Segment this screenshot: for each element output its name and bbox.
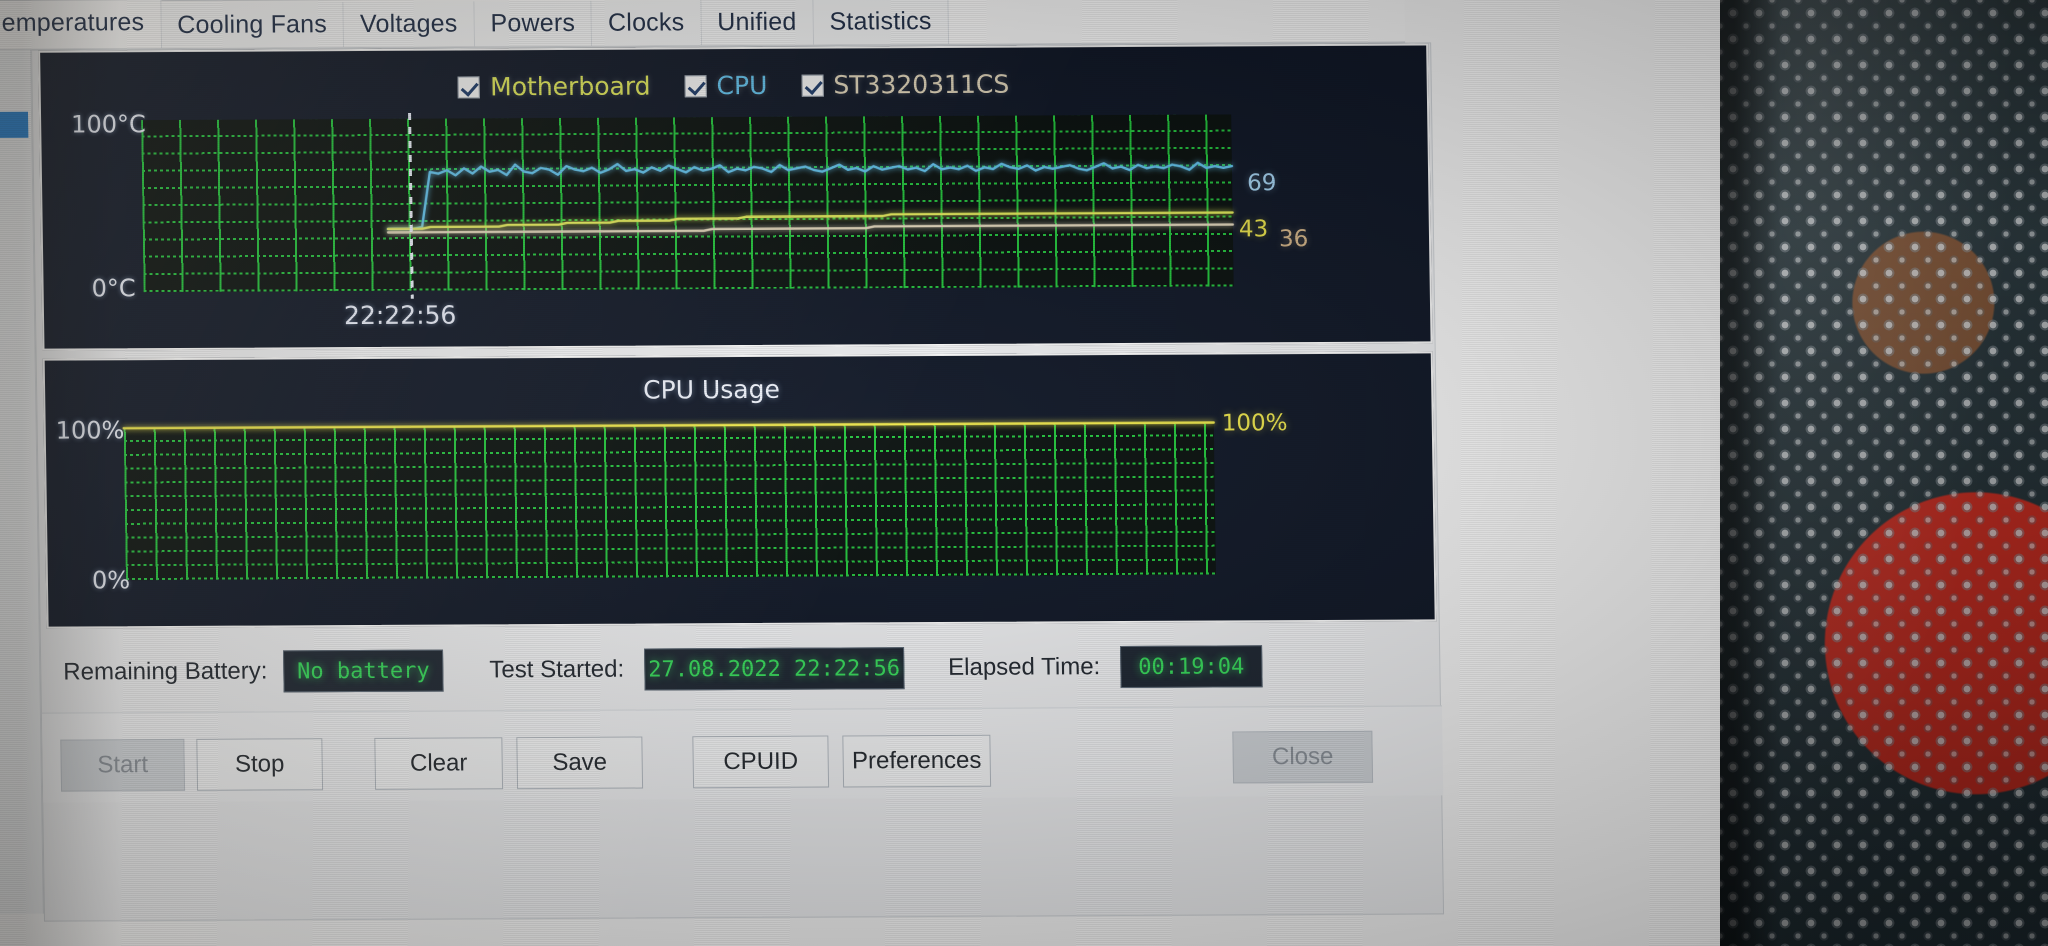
legend-checkbox-cpu[interactable] [684, 74, 707, 97]
sidebar-selected-item[interactable] [0, 111, 29, 138]
object-shading [1720, 0, 2048, 946]
temperature-legend: Motherboard CPU ST3320311CS [40, 67, 1426, 103]
start-button[interactable]: Start [60, 738, 186, 792]
legend-label-motherboard: Motherboard [489, 71, 651, 102]
tab-label: Cooling Fans [177, 10, 328, 39]
status-row: Remaining Battery: No battery Test Start… [47, 633, 1438, 704]
temperature-traces [386, 161, 1234, 234]
temp-y-max-label: 100°C [70, 110, 146, 139]
test-started-label: Test Started: [489, 655, 625, 684]
temp-readout-motherboard: 43 [1238, 216, 1269, 243]
clear-button[interactable]: Clear [374, 737, 504, 790]
tab-label: emperatures [1, 7, 145, 37]
cpu-usage-chart: CPU Usage 100% 0% 100% [42, 351, 1437, 629]
tab-label: Powers [490, 8, 576, 38]
tab-statistics[interactable]: Statistics [813, 0, 949, 45]
cpu-y-max-label: 100% [55, 416, 125, 445]
temp-readout-drive: 36 [1278, 226, 1309, 253]
temperature-chart: Motherboard CPU ST3320311CS 100°C 0°C 22… [38, 43, 1433, 351]
tab-label: Statistics [829, 7, 932, 36]
cpu-chart-title: CPU Usage [642, 374, 781, 405]
cpu-readout: 100% [1221, 410, 1288, 437]
cpu-usage-trace [122, 421, 1215, 430]
save-button[interactable]: Save [516, 736, 644, 790]
temp-readout-cpu: 69 [1246, 170, 1277, 197]
battery-label: Remaining Battery: [63, 657, 268, 686]
photo-of-screen: emperatures Cooling Fans Voltages Powers… [0, 0, 2048, 946]
legend-label-cpu: CPU [716, 70, 768, 101]
temperature-plot-area [141, 114, 1234, 293]
cpu-y-min-label: 0% [91, 566, 131, 595]
temp-time-label: 22:22:56 [343, 300, 457, 331]
tab-bar: emperatures Cooling Fans Voltages Powers… [0, 0, 1406, 50]
series-cpu [386, 161, 1234, 231]
legend-item-drive[interactable]: ST3320311CS [801, 70, 1009, 100]
tab-label: Unified [717, 7, 797, 37]
tab-powers[interactable]: Powers [474, 0, 593, 47]
legend-label-drive: ST3320311CS [833, 69, 1010, 100]
tab-temperatures[interactable]: emperatures [0, 0, 162, 49]
tab-clocks[interactable]: Clocks [591, 0, 702, 46]
legend-checkbox-motherboard[interactable] [457, 75, 481, 99]
tab-voltages[interactable]: Voltages [343, 1, 475, 48]
cpu-plot-area [122, 421, 1216, 581]
close-button[interactable]: Close [1232, 730, 1374, 784]
stop-button[interactable]: Stop [196, 738, 324, 791]
app-panel: Motherboard CPU ST3320311CS 100°C 0°C 22… [31, 42, 1445, 922]
series-cpu-usage [122, 421, 1215, 430]
tab-label: Clocks [607, 8, 685, 37]
studded-phone-case [1720, 0, 2048, 946]
button-row: Start Stop Clear Save CPUID Preferences … [41, 705, 1444, 803]
test-started-value: 27.08.2022 22:22:56 [643, 647, 905, 691]
elapsed-value: 00:19:04 [1119, 645, 1263, 689]
monitor-screen: emperatures Cooling Fans Voltages Powers… [0, 0, 1789, 946]
tab-unified[interactable]: Unified [700, 0, 814, 46]
legend-checkbox-drive[interactable] [801, 74, 824, 97]
elapsed-label: Elapsed Time: [947, 653, 1101, 681]
legend-item-cpu[interactable]: CPU [684, 70, 768, 101]
preferences-button[interactable]: Preferences [842, 734, 992, 788]
tab-label: Voltages [359, 9, 458, 39]
cpuid-button[interactable]: CPUID [692, 735, 830, 789]
battery-value: No battery [283, 649, 444, 693]
temp-y-min-label: 0°C [91, 274, 136, 303]
tab-cooling-fans[interactable]: Cooling Fans [160, 2, 345, 49]
series-motherboard [386, 211, 1234, 231]
legend-item-motherboard[interactable]: Motherboard [457, 71, 651, 102]
